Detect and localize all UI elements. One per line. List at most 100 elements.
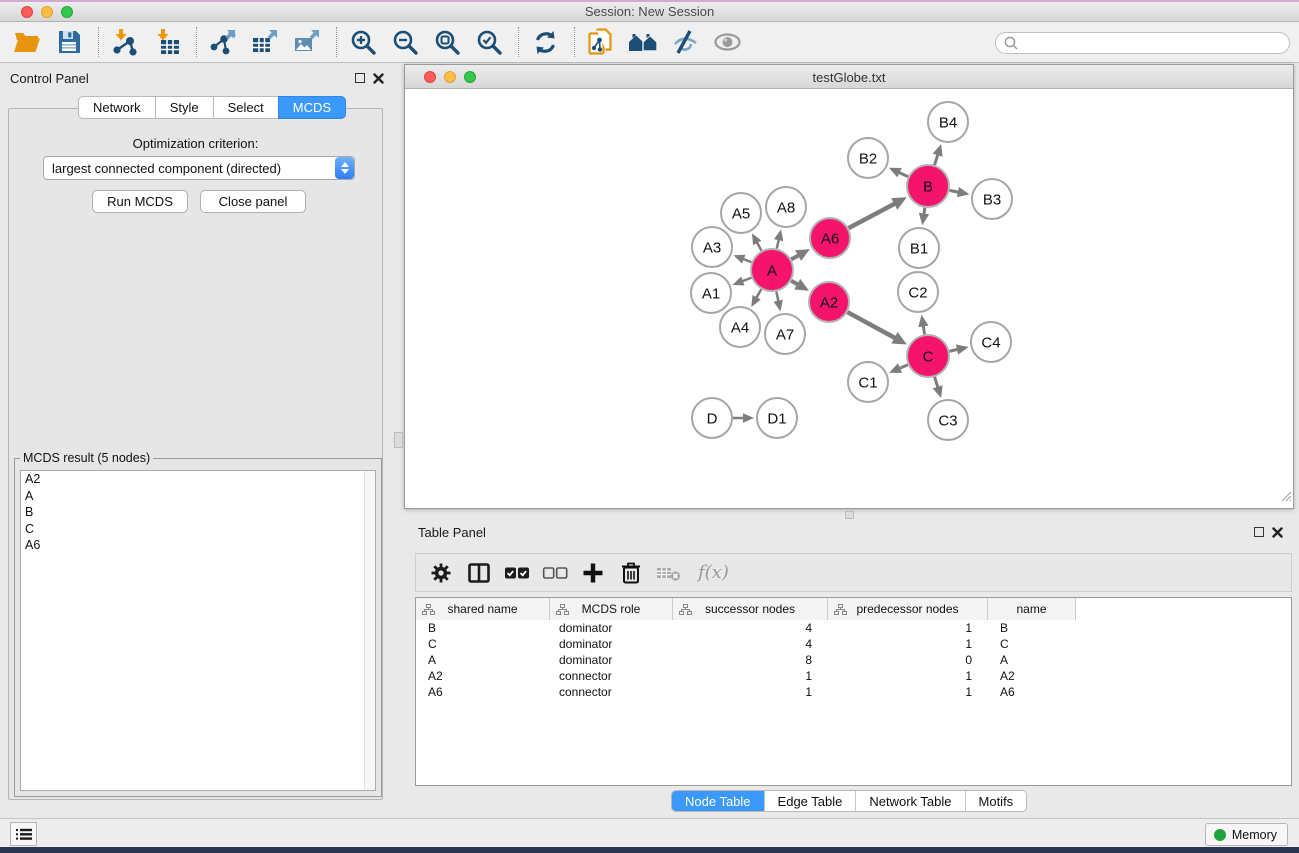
graph-node-D1[interactable]: D1 — [757, 398, 797, 438]
zoom-selected-icon[interactable] — [474, 27, 504, 57]
graph-edge-A-A8[interactable] — [774, 229, 783, 248]
graph-edge-A-A7[interactable] — [774, 292, 783, 312]
mcds-list-item[interactable]: B — [21, 504, 375, 521]
graph-node-A6[interactable]: A6 — [810, 218, 850, 258]
close-panel-button[interactable]: Close panel — [200, 190, 306, 213]
settings-gear-icon[interactable] — [428, 560, 454, 586]
tab-edge-table[interactable]: Edge Table — [764, 791, 856, 811]
graph-edge-C-C2[interactable] — [918, 315, 928, 335]
graph-edge-A6-B[interactable] — [849, 197, 907, 228]
graph-edge-C-C4[interactable] — [949, 344, 968, 354]
table-cell[interactable]: dominator — [550, 653, 673, 667]
column-header-predecessor-nodes[interactable]: predecessor nodes — [828, 598, 988, 620]
tab-mcds[interactable]: MCDS — [278, 96, 346, 119]
table-row[interactable]: A2connector11A2 — [416, 668, 1291, 684]
table-cell[interactable]: C — [988, 637, 1076, 651]
table-cell[interactable]: 1 — [828, 637, 988, 651]
table-cell[interactable]: 8 — [673, 653, 828, 667]
graph-node-D[interactable]: D — [692, 398, 732, 438]
table-cell[interactable]: A6 — [988, 685, 1076, 699]
graph-node-B4[interactable]: B4 — [928, 102, 968, 142]
task-history-button[interactable] — [10, 822, 37, 846]
graph-node-A5[interactable]: A5 — [721, 193, 761, 233]
graph-edge-B-B1[interactable] — [919, 208, 929, 225]
control-panel-close-icon[interactable] — [373, 73, 384, 84]
table-row[interactable]: Bdominator41B — [416, 620, 1291, 636]
network-maximize-button[interactable] — [464, 71, 476, 83]
deselect-all-icon[interactable] — [542, 560, 568, 586]
graph-node-A3[interactable]: A3 — [692, 227, 732, 267]
network-canvas[interactable]: AA1A2A3A4A5A6A7A8BB1B2B3B4CC1C2C3C4DD1 — [405, 89, 1293, 508]
graph-node-C3[interactable]: C3 — [928, 400, 968, 440]
mcds-list-item[interactable]: A — [21, 488, 375, 505]
graph-edge-A-A2[interactable] — [791, 279, 809, 291]
home-icon[interactable] — [628, 27, 658, 57]
graph-edge-B-B3[interactable] — [950, 187, 970, 197]
graph-edge-A-A3[interactable] — [733, 255, 751, 264]
graph-edge-B-B2[interactable] — [889, 168, 908, 178]
delete-table-icon[interactable] — [656, 560, 682, 586]
graph-node-B[interactable]: B — [907, 165, 949, 207]
export-network-icon[interactable] — [208, 27, 238, 57]
table-cell[interactable]: dominator — [550, 621, 673, 635]
graph-edge-D-D1[interactable] — [733, 413, 754, 423]
graph-node-C4[interactable]: C4 — [971, 322, 1011, 362]
graph-edge-A-A6[interactable] — [791, 249, 810, 261]
graph-node-B2[interactable]: B2 — [848, 138, 888, 178]
table-cell[interactable]: A2 — [988, 669, 1076, 683]
run-mcds-button[interactable]: Run MCDS — [92, 190, 188, 213]
table-cell[interactable]: connector — [550, 685, 673, 699]
graph-edge-A2-C[interactable] — [847, 312, 906, 344]
network-window-titlebar[interactable]: testGlobe.txt — [405, 65, 1293, 89]
zoom-in-icon[interactable] — [348, 27, 378, 57]
table-cell[interactable]: B — [416, 621, 550, 635]
graph-node-A8[interactable]: A8 — [766, 187, 806, 227]
graph-node-A2[interactable]: A2 — [809, 282, 849, 322]
export-table-icon[interactable] — [250, 27, 280, 57]
control-panel-float-icon[interactable] — [355, 73, 365, 83]
graph-node-C2[interactable]: C2 — [898, 272, 938, 312]
eye-icon[interactable] — [712, 27, 742, 57]
network-minimize-button[interactable] — [444, 71, 456, 83]
table-cell[interactable]: A — [416, 653, 550, 667]
mcds-result-list[interactable]: A2ABCA6 — [20, 470, 376, 791]
column-header-successor-nodes[interactable]: successor nodes — [673, 598, 828, 620]
split-divider-handle[interactable] — [394, 432, 403, 448]
import-network-icon[interactable] — [110, 27, 140, 57]
open-session-icon[interactable] — [12, 27, 42, 57]
column-header-name[interactable]: name — [988, 598, 1076, 620]
refresh-layout-icon[interactable] — [530, 27, 560, 57]
export-image-icon[interactable] — [292, 27, 322, 57]
graph-node-A7[interactable]: A7 — [765, 314, 805, 354]
clone-network-icon[interactable] — [586, 27, 616, 57]
table-row[interactable]: Cdominator41C — [416, 636, 1291, 652]
memory-button[interactable]: Memory — [1205, 823, 1288, 846]
import-table-icon[interactable] — [152, 27, 182, 57]
graph-node-B3[interactable]: B3 — [972, 179, 1012, 219]
close-window-button[interactable] — [21, 6, 33, 18]
tab-network-table[interactable]: Network Table — [855, 791, 964, 811]
graph-edge-C-C3[interactable] — [933, 377, 943, 398]
table-cell[interactable]: A6 — [416, 685, 550, 699]
graph-edge-C-C1[interactable] — [889, 363, 908, 373]
graph-node-B1[interactable]: B1 — [899, 228, 939, 268]
column-header-shared-name[interactable]: shared name — [416, 598, 550, 620]
graph-edge-A-A1[interactable] — [733, 277, 752, 286]
table-cell[interactable]: 1 — [673, 669, 828, 683]
graph-node-A[interactable]: A — [751, 249, 793, 291]
mcds-list-item[interactable]: A2 — [21, 471, 375, 488]
graph-node-C1[interactable]: C1 — [848, 362, 888, 402]
table-cell[interactable]: 1 — [828, 685, 988, 699]
table-cell[interactable]: B — [988, 621, 1076, 635]
table-cell[interactable]: 4 — [673, 637, 828, 651]
tab-style[interactable]: Style — [155, 96, 214, 119]
graph-node-C[interactable]: C — [907, 335, 949, 377]
table-cell[interactable]: 1 — [673, 685, 828, 699]
mcds-list-item[interactable]: C — [21, 521, 375, 538]
graph-node-A4[interactable]: A4 — [720, 307, 760, 347]
split-view-icon[interactable] — [466, 560, 492, 586]
tab-node-table[interactable]: Node Table — [672, 791, 764, 811]
graph-edge-A-A5[interactable] — [752, 233, 762, 250]
minimize-window-button[interactable] — [41, 6, 53, 18]
tab-motifs[interactable]: Motifs — [965, 791, 1027, 811]
